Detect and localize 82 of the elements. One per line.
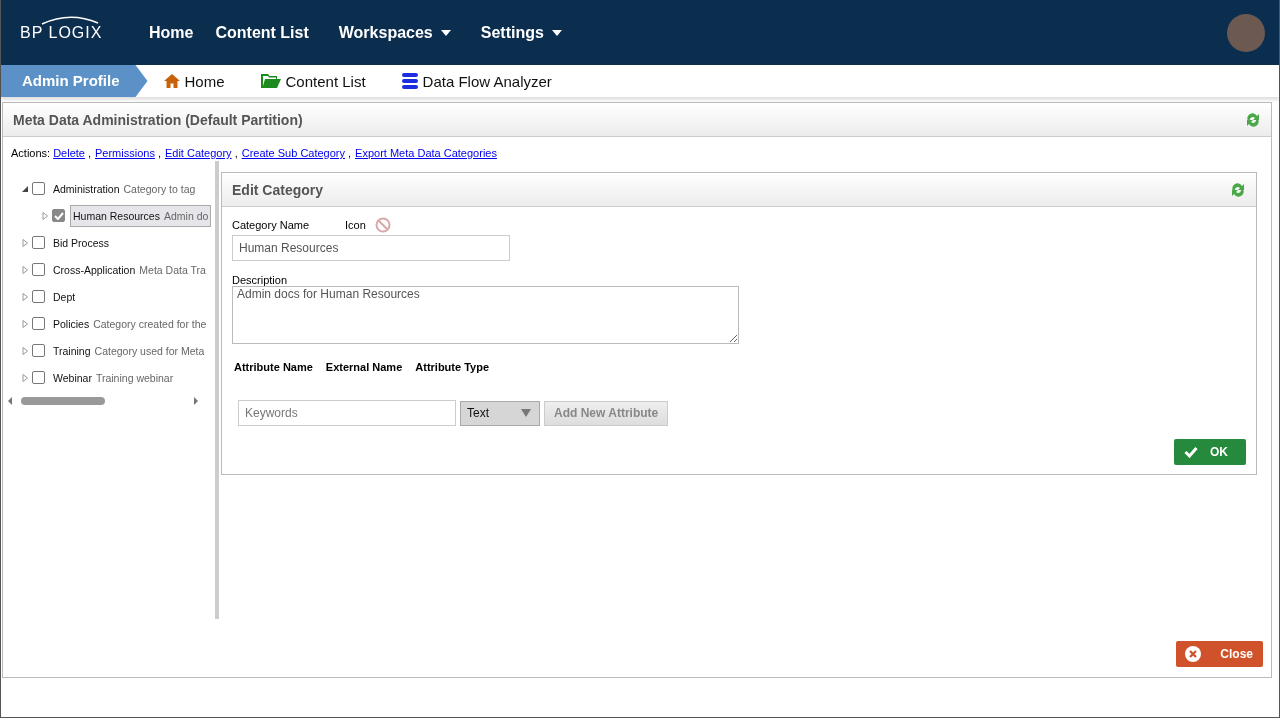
expanded-arrow-icon[interactable] bbox=[21, 184, 29, 193]
tree-item-name: Cross-Application bbox=[53, 263, 136, 276]
separator-comma: , bbox=[157, 147, 161, 159]
tree-item[interactable]: Bid Process bbox=[50, 231, 113, 254]
checkbox[interactable] bbox=[32, 290, 45, 303]
tree-item-name: Training bbox=[53, 344, 91, 357]
tree-item-description: Meta Data Tra bbox=[139, 263, 206, 276]
action-link[interactable]: Edit Category bbox=[164, 147, 232, 159]
tree-item[interactable]: Policies Category created for the bbox=[50, 312, 210, 335]
tree-item-description: Training webinar bbox=[95, 371, 174, 384]
collapsed-arrow-icon[interactable] bbox=[41, 211, 49, 220]
dropdown-arrow-icon bbox=[521, 409, 531, 417]
breadcrumb-link[interactable]: Data Flow Analyzer bbox=[401, 72, 552, 90]
checkbox[interactable] bbox=[32, 182, 45, 195]
actions-label: Actions: bbox=[11, 147, 51, 159]
tree-item[interactable]: Cross-Application Meta Data Tra bbox=[50, 258, 209, 281]
breadcrumb-link[interactable]: Content List bbox=[260, 72, 366, 90]
avatar[interactable] bbox=[1227, 13, 1265, 52]
check-icon bbox=[53, 211, 64, 220]
separator-comma: , bbox=[234, 147, 238, 159]
logo: BP LOGIX bbox=[20, 23, 103, 42]
separator-comma: , bbox=[348, 147, 352, 159]
tree-item-name: Policies bbox=[53, 317, 90, 330]
attribute-name-field[interactable]: Keywords bbox=[238, 400, 456, 426]
breadcrumb-link[interactable]: Home bbox=[163, 72, 225, 90]
ok-button[interactable]: OK bbox=[1174, 439, 1246, 465]
tree-item-description: Category to tag bbox=[123, 182, 196, 195]
field-label: Description bbox=[232, 274, 289, 286]
refresh-icon bbox=[1230, 181, 1246, 198]
tree-item[interactable]: Dept bbox=[50, 285, 79, 308]
panel-title: Meta Data Administration (Default Partition) bbox=[13, 111, 303, 128]
collapsed-arrow-icon[interactable] bbox=[21, 265, 29, 274]
tree-item-name: Bid Process bbox=[53, 236, 110, 249]
close-button[interactable]: Close bbox=[1176, 641, 1263, 667]
nav-link[interactable]: Workspaces bbox=[338, 23, 481, 42]
collapsed-arrow-icon[interactable] bbox=[21, 292, 29, 301]
tree-item-name: Administration bbox=[53, 182, 120, 195]
field-label: Category Name bbox=[232, 219, 311, 231]
action-link[interactable]: Delete bbox=[53, 147, 85, 159]
close-icon bbox=[1185, 646, 1201, 662]
folder-icon bbox=[260, 73, 281, 89]
column-header: Attribute Type bbox=[415, 361, 490, 373]
checkbox[interactable] bbox=[32, 263, 45, 276]
checkbox[interactable] bbox=[32, 344, 45, 357]
nav-link[interactable]: Settings bbox=[480, 23, 592, 42]
refresh-icon bbox=[1245, 111, 1261, 128]
tree-item[interactable]: Human Resources Admin do bbox=[70, 204, 212, 227]
description-field[interactable]: Admin docs for Human Resources bbox=[232, 286, 739, 344]
attribute-type-dropdown[interactable]: Text bbox=[460, 400, 540, 426]
field-label: Icon bbox=[345, 219, 366, 231]
tree-item-description: Admin do bbox=[163, 209, 209, 222]
tree-item[interactable]: Training Category used for Meta bbox=[50, 339, 208, 362]
database-icon bbox=[401, 73, 418, 89]
tree-item-description: Category used for Meta bbox=[94, 344, 205, 357]
checkbox[interactable] bbox=[52, 209, 65, 222]
check-icon bbox=[1184, 446, 1198, 458]
no-icon-symbol-icon bbox=[374, 217, 391, 233]
action-link[interactable]: Permissions bbox=[95, 147, 155, 159]
nav-link[interactable]: Content List bbox=[215, 23, 339, 42]
edit-panel-title: Edit Category bbox=[232, 181, 323, 198]
collapsed-arrow-icon[interactable] bbox=[21, 238, 29, 247]
tree-item-description: Category created for the bbox=[93, 317, 207, 330]
separator-comma: , bbox=[87, 147, 91, 159]
action-link[interactable]: Export Meta Data Categories bbox=[355, 147, 497, 159]
collapsed-arrow-icon[interactable] bbox=[21, 346, 29, 355]
house-icon bbox=[163, 73, 180, 89]
action-link[interactable]: Create Sub Category bbox=[241, 147, 346, 159]
column-header: Attribute Name bbox=[234, 361, 313, 373]
checkbox[interactable] bbox=[32, 317, 45, 330]
tree-item-name: Human Resources bbox=[73, 209, 160, 222]
checkbox[interactable] bbox=[32, 371, 45, 384]
tree-item-name: Webinar bbox=[53, 371, 92, 384]
logo-arc-icon bbox=[40, 14, 100, 25]
column-header: External Name bbox=[325, 361, 403, 373]
collapsed-arrow-icon[interactable] bbox=[21, 373, 29, 382]
checkbox[interactable] bbox=[32, 236, 45, 249]
tree-item[interactable]: Administration Category to tag bbox=[50, 177, 199, 200]
nav-link[interactable]: Home bbox=[149, 23, 216, 42]
collapsed-arrow-icon[interactable] bbox=[21, 319, 29, 328]
category-name-field[interactable]: Human Resources bbox=[232, 235, 510, 261]
tree-item[interactable]: Webinar Training webinar bbox=[50, 366, 177, 389]
tree-item-name: Dept bbox=[53, 290, 76, 303]
